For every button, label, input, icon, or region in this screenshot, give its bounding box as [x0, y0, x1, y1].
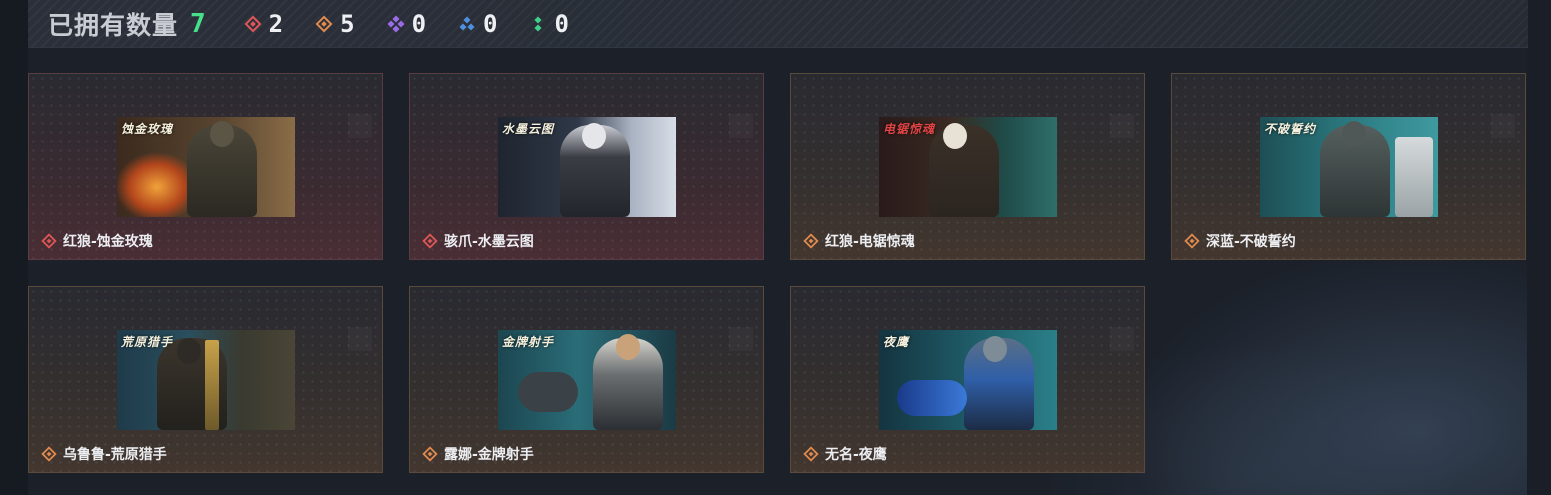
skin-title-tag: 金牌射手	[502, 335, 555, 349]
orange-diamond-icon	[315, 15, 333, 33]
skin-image: 蚀金玫瑰	[117, 117, 295, 217]
red-diamond-icon	[422, 233, 438, 249]
card-decoration	[729, 327, 753, 351]
skin-card[interactable]: 荒原猎手 乌鲁鲁-荒原猎手	[28, 286, 383, 473]
skin-title-tag: 夜鹰	[883, 335, 910, 349]
right-edge-panel	[1527, 0, 1551, 495]
stat-blue: 0	[458, 10, 497, 38]
skin-name: 无名-夜鹰	[825, 447, 887, 463]
orange-diamond-icon	[1184, 233, 1200, 249]
skin-card[interactable]: 电锯惊魂 红狼-电锯惊魂	[790, 73, 1145, 260]
skin-image: 不破誓约	[1260, 117, 1438, 217]
card-decoration	[348, 114, 372, 138]
skin-bow	[205, 340, 219, 430]
skin-figure-head	[582, 123, 606, 149]
skin-name: 红狼-电锯惊魂	[825, 234, 915, 250]
owned-count-bar: 已拥有数量 7 2 5 0 0 0	[28, 0, 1528, 48]
skin-title-tag: 不破誓约	[1264, 122, 1317, 136]
card-decoration	[1110, 327, 1134, 351]
card-decoration	[1110, 114, 1134, 138]
skin-card[interactable]: 水墨云图 骇爪-水墨云图	[409, 73, 764, 260]
skin-title-tag: 电锯惊魂	[883, 122, 936, 136]
stat-orange: 5	[315, 9, 355, 38]
red-diamond-icon	[244, 15, 262, 33]
purple-diamond-icon	[387, 14, 405, 33]
orange-diamond-icon	[422, 446, 438, 462]
skin-image: 金牌射手	[498, 330, 676, 430]
orange-diamond-icon	[803, 446, 819, 462]
skin-title-tag: 水墨云图	[502, 122, 555, 136]
skin-name: 红狼-蚀金玫瑰	[63, 234, 153, 250]
card-decoration	[348, 327, 372, 351]
stat-green: 0	[529, 9, 569, 38]
skin-crossbow	[518, 372, 578, 412]
stat-green-value: 0	[554, 9, 569, 38]
blue-diamond-icon	[458, 15, 476, 33]
stat-purple: 0	[387, 10, 426, 38]
skin-figure-head	[616, 334, 640, 360]
orange-diamond-icon	[41, 446, 57, 462]
skin-card[interactable]: 夜鹰 无名-夜鹰	[790, 286, 1145, 473]
skin-image: 荒原猎手	[117, 330, 295, 430]
card-decoration	[1491, 114, 1515, 138]
stat-red: 2	[244, 10, 283, 38]
skin-card[interactable]: 金牌射手 露娜-金牌射手	[409, 286, 764, 473]
skin-figure-head	[177, 338, 201, 364]
skin-name: 骇爪-水墨云图	[444, 234, 534, 250]
stat-orange-value: 5	[340, 9, 355, 38]
skin-arm	[897, 380, 967, 416]
skin-image: 水墨云图	[498, 117, 676, 217]
skin-figure-head	[210, 121, 234, 147]
card-decoration	[729, 114, 753, 138]
skin-title-tag: 蚀金玫瑰	[121, 122, 174, 136]
left-edge-panel	[0, 0, 28, 495]
stat-blue-value: 0	[483, 9, 498, 38]
owned-count-label: 已拥有数量	[48, 11, 179, 40]
skin-image: 电锯惊魂	[879, 117, 1057, 217]
skin-figure-head	[943, 123, 967, 149]
red-diamond-icon	[41, 233, 57, 249]
green-diamond-icon	[529, 15, 547, 33]
skin-title-tag: 荒原猎手	[121, 335, 174, 349]
skin-card[interactable]: 不破誓约 深蓝-不破誓约	[1171, 73, 1526, 260]
owned-count-total: 7	[190, 8, 206, 39]
stat-purple-value: 0	[411, 9, 427, 38]
skin-name: 深蓝-不破誓约	[1206, 234, 1296, 250]
skin-card[interactable]: 蚀金玫瑰 红狼-蚀金玫瑰	[28, 73, 383, 260]
stat-red-value: 2	[268, 9, 284, 38]
skin-shield	[1395, 137, 1433, 217]
skin-image: 夜鹰	[879, 330, 1057, 430]
skin-name: 乌鲁鲁-荒原猎手	[63, 447, 167, 463]
skin-figure-head	[1342, 121, 1366, 147]
skin-name: 露娜-金牌射手	[444, 447, 534, 463]
orange-diamond-icon	[803, 233, 819, 249]
skin-figure-head	[983, 336, 1007, 362]
